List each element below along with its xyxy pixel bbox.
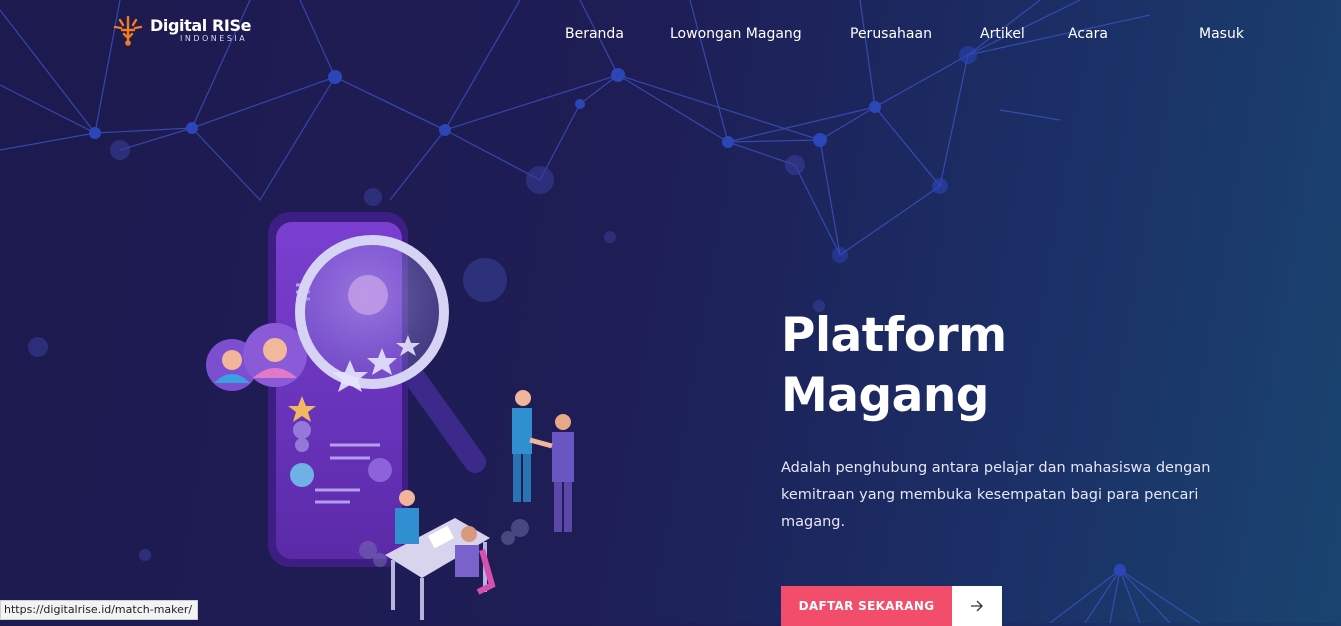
status-bar-url: https://digitalrise.id/match-maker/: [0, 600, 199, 620]
hero-description: Adalah penghubung antara pelajar dan mah…: [781, 460, 1211, 530]
register-now-label: DAFTAR SEKARANG: [781, 586, 952, 626]
nav-item-artikel[interactable]: Artikel: [980, 26, 1025, 42]
nav-item-beranda[interactable]: Beranda: [565, 26, 624, 42]
arrow-right-icon: [952, 586, 1002, 626]
site-header: Digital RISe INDONESIA Beranda Lowongan …: [0, 0, 1341, 72]
brand-logo[interactable]: Digital RISe INDONESIA: [110, 12, 251, 48]
register-now-button[interactable]: DAFTAR SEKARANG: [781, 586, 1002, 626]
login-link[interactable]: Masuk: [1199, 26, 1244, 42]
nav-item-lowongan-magang[interactable]: Lowongan Magang: [670, 26, 802, 42]
brand-name: Digital RISe: [150, 15, 252, 35]
hero-title-line1: Platform: [781, 308, 1007, 363]
hero-title-line2: Magang: [781, 368, 989, 423]
rise-logo-icon: [113, 15, 143, 46]
hero-title: Platform Magang: [781, 306, 1007, 426]
hero-illustration: [206, 212, 574, 620]
brand-subtitle: INDONESIA: [180, 33, 248, 43]
nav-item-acara[interactable]: Acara: [1068, 26, 1108, 42]
nav-item-perusahaan[interactable]: Perusahaan: [850, 26, 932, 42]
